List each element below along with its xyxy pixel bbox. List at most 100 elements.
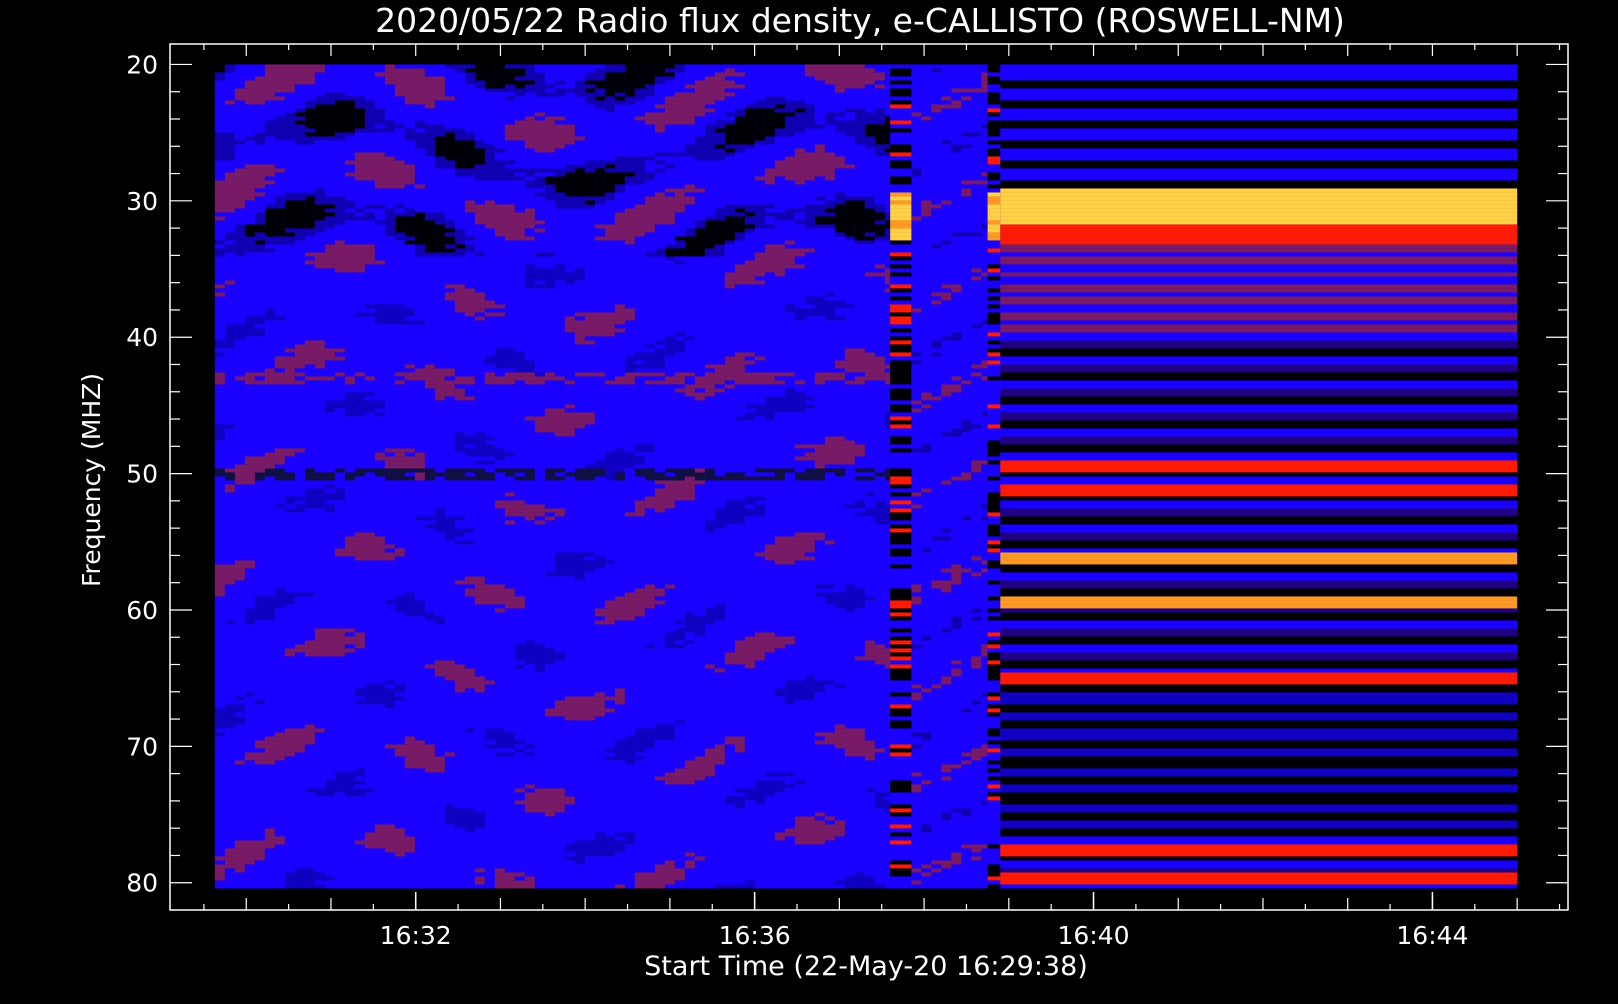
heatmap-cell (274, 496, 285, 501)
heatmap-cell (304, 252, 315, 257)
heatmap-cell (364, 108, 375, 113)
heatmap-cell (234, 476, 245, 481)
heatmap-cell (344, 268, 355, 273)
heatmap-cell (304, 396, 315, 401)
heatmap-cell (394, 260, 405, 265)
heatmap-cell (224, 576, 235, 581)
heatmap-cell (424, 268, 435, 273)
heatmap-cell (214, 160, 225, 165)
heatmap-cell (274, 520, 285, 525)
heatmap-cell (344, 384, 355, 389)
heatmap-cell (234, 740, 245, 745)
heatmap-cell (324, 756, 335, 761)
heatmap-cell (244, 712, 255, 717)
heatmap-cell (314, 696, 325, 701)
heatmap-cell (224, 224, 235, 229)
heatmap-cell (454, 108, 465, 113)
heatmap-cell (234, 680, 245, 685)
heatmap-cell (444, 544, 455, 549)
heatmap-cell (414, 404, 425, 409)
heatmap-cell (364, 524, 375, 529)
heatmap-cell (414, 604, 425, 609)
heatmap-cell (304, 492, 315, 497)
heatmap-cell (434, 336, 445, 341)
heatmap-cell (254, 504, 265, 509)
heatmap-cell (384, 168, 395, 173)
heatmap-cell (224, 480, 235, 485)
heatmap-cell (274, 344, 285, 349)
heatmap-cell (414, 336, 425, 341)
heatmap-cell (264, 424, 275, 429)
heatmap-cell (284, 340, 295, 345)
heatmap-cell (294, 436, 305, 441)
heatmap-cell (214, 636, 225, 641)
heatmap-cell (284, 728, 295, 733)
heatmap-cell (314, 100, 325, 105)
heatmap-cell (294, 520, 305, 525)
heatmap-cell (304, 820, 315, 825)
heatmap-cell (214, 424, 225, 429)
heatmap-cell (284, 724, 295, 729)
heatmap-cell (234, 412, 245, 417)
heatmap-cell (214, 220, 225, 225)
heatmap-cell (224, 664, 235, 669)
heatmap-cell (244, 800, 255, 805)
heatmap-cell (254, 136, 265, 141)
heatmap-cell (264, 720, 275, 725)
heatmap-cell (344, 784, 355, 789)
heatmap-cell (274, 784, 285, 789)
heatmap-cell (244, 732, 255, 737)
heatmap-cell (404, 376, 415, 381)
heatmap-cell (334, 788, 345, 793)
heatmap-cell (444, 172, 455, 177)
heatmap-cell (334, 712, 345, 717)
heatmap-cell (314, 400, 325, 405)
heatmap-cell (264, 624, 275, 629)
heatmap-cell (264, 812, 275, 817)
heatmap-cell (424, 164, 435, 169)
heatmap-cell (294, 608, 305, 613)
heatmap-cell (354, 832, 365, 837)
heatmap-cell (434, 652, 445, 657)
heatmap-cell (344, 736, 355, 741)
heatmap-cell (214, 76, 225, 81)
heatmap-cell (384, 220, 395, 225)
heatmap-cell (444, 384, 455, 389)
heatmap-cell (444, 468, 455, 473)
heatmap-cell (344, 472, 355, 477)
heatmap-cell (264, 816, 275, 821)
heatmap-cell (224, 148, 235, 153)
heatmap-cell (424, 172, 435, 177)
heatmap-cell (264, 772, 275, 777)
heatmap-cell (424, 228, 435, 233)
heatmap-cell (254, 292, 265, 297)
heatmap-cell (304, 788, 315, 793)
heatmap-cell (274, 840, 285, 845)
heatmap-cell (364, 820, 375, 825)
heatmap-cell (254, 448, 265, 453)
heatmap-cell (334, 88, 345, 93)
heatmap-cell (384, 840, 395, 845)
heatmap-cell (254, 576, 265, 581)
heatmap-cell (254, 76, 265, 81)
heatmap-cell (324, 384, 335, 389)
heatmap-cell (244, 240, 255, 245)
heatmap-cell (264, 400, 275, 405)
heatmap-cell (374, 88, 385, 93)
heatmap-cell (434, 488, 445, 493)
heatmap-cell (334, 812, 345, 817)
heatmap-cell (384, 140, 395, 145)
heatmap-cell (394, 412, 405, 417)
heatmap-cell (274, 488, 285, 493)
heatmap-cell (254, 104, 265, 109)
heatmap-cell (434, 824, 445, 829)
heatmap-cell (374, 544, 385, 549)
heatmap-cell (404, 852, 415, 857)
heatmap-cell (414, 304, 425, 309)
heatmap-cell (334, 628, 345, 633)
heatmap-cell (444, 504, 455, 509)
heatmap-cell (434, 496, 445, 501)
heatmap-cell (254, 832, 265, 837)
heatmap-cell (374, 856, 385, 861)
heatmap-cell (444, 148, 455, 153)
